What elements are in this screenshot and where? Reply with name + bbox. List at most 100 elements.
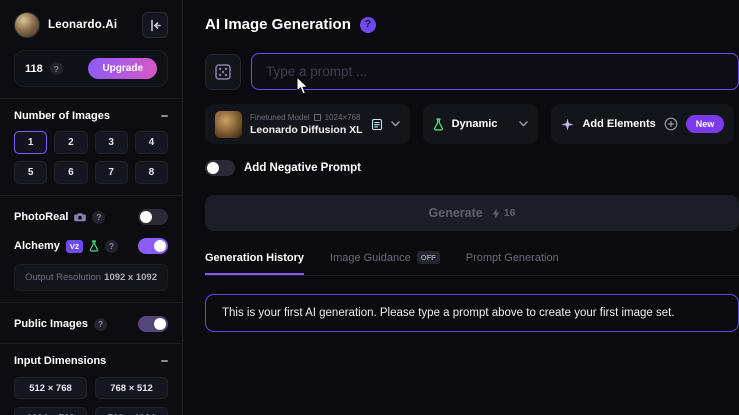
photoreal-help-icon[interactable]: ? bbox=[92, 210, 106, 224]
output-resolution-label: Output Resolution bbox=[25, 272, 102, 283]
num-images-option-2[interactable]: 2 bbox=[54, 131, 88, 154]
sidebar: Leonardo.Ai 118 ? Upgrade Number of Imag… bbox=[0, 0, 183, 415]
chevron-down-icon bbox=[390, 121, 400, 127]
controls-row: Finetuned Model 1024×768 Leonardo Diffus… bbox=[205, 104, 739, 144]
off-badge: OFF bbox=[416, 251, 440, 264]
num-images-option-7[interactable]: 7 bbox=[94, 161, 128, 184]
alchemy-label: Alchemy bbox=[14, 240, 60, 252]
upgrade-button[interactable]: Upgrade bbox=[88, 58, 157, 79]
generate-cost: 16 bbox=[491, 207, 516, 219]
public-images-toggle[interactable] bbox=[138, 316, 168, 332]
add-elements-label: Add Elements bbox=[582, 118, 656, 130]
tokens-help-icon[interactable]: ? bbox=[49, 62, 63, 75]
number-of-images-label: Number of Images bbox=[14, 110, 110, 122]
tab-generation-history[interactable]: Generation History bbox=[205, 252, 305, 275]
alchemy-toggle[interactable] bbox=[138, 238, 168, 254]
page-help-icon[interactable]: ? bbox=[359, 16, 376, 33]
model-resolution: 1024×768 bbox=[324, 112, 361, 122]
alchemy-help-icon[interactable]: ? bbox=[105, 239, 119, 253]
model-thumbnail bbox=[215, 110, 242, 138]
negative-prompt-row: Add Negative Prompt bbox=[205, 160, 739, 176]
dice-icon bbox=[215, 63, 231, 80]
flask-icon bbox=[89, 240, 99, 252]
style-value: Dynamic bbox=[451, 118, 498, 130]
model-selector-label: Finetuned Model bbox=[250, 112, 310, 122]
photoreal-label: PhotoReal bbox=[14, 211, 69, 223]
generate-cost-value: 16 bbox=[503, 207, 516, 219]
divider bbox=[0, 343, 182, 344]
token-cost-icon bbox=[492, 208, 500, 218]
generate-label: Generate bbox=[428, 206, 483, 220]
new-feature-badge: New bbox=[685, 115, 725, 133]
add-elements-button[interactable]: Add Elements New bbox=[551, 104, 735, 144]
toggle-knob bbox=[140, 211, 152, 223]
chevron-down-icon bbox=[519, 121, 529, 127]
sidebar-header: Leonardo.Ai bbox=[14, 12, 168, 50]
divider bbox=[0, 98, 182, 99]
model-meta: Finetuned Model 1024×768 Leonardo Diffus… bbox=[250, 113, 363, 136]
alchemy-row: Alchemy V2 ? bbox=[14, 238, 168, 254]
negative-prompt-label: Add Negative Prompt bbox=[244, 162, 361, 174]
camera-icon bbox=[74, 213, 87, 222]
input-dimensions-header[interactable]: Input Dimensions bbox=[14, 355, 168, 367]
tab-image-guidance[interactable]: Image Guidance OFF bbox=[330, 251, 440, 275]
tab-label: Image Guidance bbox=[330, 251, 411, 264]
app-root: Leonardo.Ai 118 ? Upgrade Number of Imag… bbox=[0, 0, 739, 415]
dimension-option-768x1024[interactable]: 768 × 1024 bbox=[95, 407, 168, 415]
tab-label: Generation History bbox=[205, 252, 305, 264]
collapse-sidebar-icon bbox=[150, 19, 161, 31]
photoreal-row: PhotoReal ? bbox=[14, 209, 168, 225]
public-images-label: Public Images bbox=[14, 318, 88, 330]
dimension-option-768x512[interactable]: 768 × 512 bbox=[95, 377, 168, 399]
output-resolution-value: 1092 x 1092 bbox=[104, 272, 157, 283]
input-dimensions-grid: 512 × 768 768 × 512 1024 × 768 768 × 102… bbox=[14, 377, 168, 415]
prompt-row bbox=[205, 53, 739, 90]
page-title: AI Image Generation bbox=[205, 16, 351, 33]
flask-icon bbox=[433, 117, 443, 131]
alchemy-version-badge: V2 bbox=[65, 239, 84, 253]
tab-label: Prompt Generation bbox=[465, 252, 559, 264]
toggle-knob bbox=[154, 318, 166, 330]
token-row: 118 ? Upgrade bbox=[14, 50, 168, 87]
num-images-option-5[interactable]: 5 bbox=[14, 161, 48, 184]
token-count: 118 bbox=[25, 62, 43, 75]
toggle-knob bbox=[207, 162, 219, 174]
number-of-images-grid: 1 2 3 4 5 6 7 8 bbox=[14, 131, 168, 184]
generate-button[interactable]: Generate 16 bbox=[205, 195, 739, 231]
plus-circle-icon bbox=[664, 117, 678, 131]
negative-prompt-toggle[interactable] bbox=[205, 160, 235, 176]
prompt-input[interactable] bbox=[251, 53, 739, 90]
first-generation-notice: This is your first AI generation. Please… bbox=[205, 294, 739, 332]
dimension-option-1024x768[interactable]: 1024 × 768 bbox=[14, 407, 87, 415]
brand-name: Leonardo.Ai bbox=[48, 19, 118, 31]
num-images-option-1[interactable]: 1 bbox=[14, 131, 48, 154]
main-content: AI Image Generation ? Finetuned Model 10… bbox=[183, 0, 739, 415]
dimension-option-512x768[interactable]: 512 × 768 bbox=[14, 377, 87, 399]
model-selector[interactable]: Finetuned Model 1024×768 Leonardo Diffus… bbox=[205, 104, 410, 144]
input-dimensions-label: Input Dimensions bbox=[14, 355, 107, 367]
random-prompt-button[interactable] bbox=[205, 53, 241, 90]
num-images-option-3[interactable]: 3 bbox=[94, 131, 128, 154]
dimensions-icon bbox=[313, 113, 321, 121]
collapse-section-icon bbox=[161, 115, 168, 117]
divider bbox=[0, 302, 182, 303]
collapse-section-icon bbox=[161, 360, 168, 362]
divider bbox=[0, 195, 182, 196]
num-images-option-8[interactable]: 8 bbox=[134, 161, 168, 184]
user-avatar[interactable] bbox=[14, 12, 40, 38]
number-of-images-header[interactable]: Number of Images bbox=[14, 110, 168, 122]
photoreal-toggle[interactable] bbox=[138, 209, 168, 225]
toggle-knob bbox=[154, 240, 166, 252]
public-images-row: Public Images ? bbox=[14, 316, 168, 332]
note-icon bbox=[371, 118, 382, 130]
tab-prompt-generation[interactable]: Prompt Generation bbox=[466, 252, 559, 275]
tab-bar: Generation History Image Guidance OFF Pr… bbox=[205, 251, 739, 276]
collapse-sidebar-button[interactable] bbox=[142, 12, 168, 38]
num-images-option-6[interactable]: 6 bbox=[54, 161, 88, 184]
sparkle-icon bbox=[561, 118, 574, 130]
num-images-option-4[interactable]: 4 bbox=[134, 131, 168, 154]
style-selector[interactable]: Dynamic bbox=[422, 104, 539, 144]
output-resolution-box: Output Resolution 1092 x 1092 bbox=[14, 264, 168, 291]
title-row: AI Image Generation ? bbox=[205, 16, 739, 33]
public-images-help-icon[interactable]: ? bbox=[93, 317, 107, 331]
